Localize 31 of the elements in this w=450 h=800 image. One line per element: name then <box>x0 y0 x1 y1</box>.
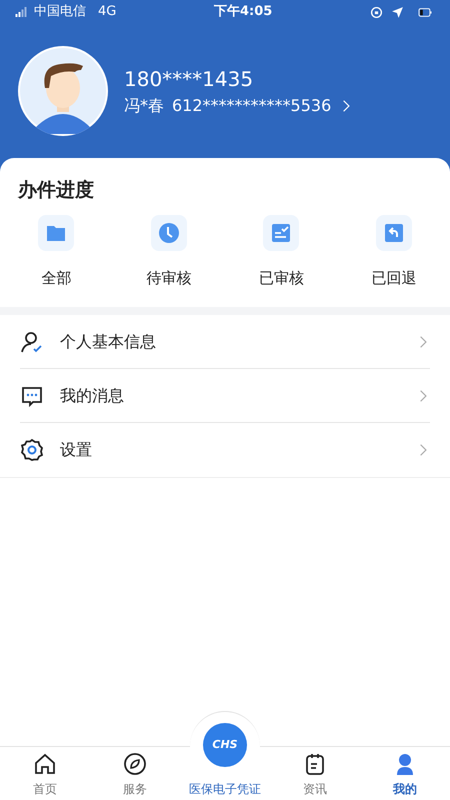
location-icon <box>391 6 404 18</box>
tab-label[interactable]: 服务 <box>123 780 147 798</box>
settings-icon <box>20 438 44 462</box>
clipboard-icon[interactable] <box>303 752 327 776</box>
compass-icon[interactable] <box>123 752 147 776</box>
home-icon[interactable] <box>33 752 57 776</box>
id-number: 612***********5536 <box>172 95 332 117</box>
tab-label[interactable]: 首页 <box>33 780 57 798</box>
person-icon <box>20 330 44 354</box>
progress-checked-icon[interactable] <box>263 214 300 250</box>
tab-label[interactable]: 我的 <box>393 780 417 798</box>
carrier-name: 中国电信 <box>34 3 86 22</box>
avatar-icon <box>20 48 106 134</box>
rotation-lock-icon <box>370 6 384 18</box>
progress-clock-icon[interactable] <box>150 214 187 250</box>
progress-return-icon[interactable] <box>376 214 412 250</box>
user-name: 冯*春 <box>124 95 164 117</box>
section-title: 办件进度 <box>16 178 95 203</box>
tab-label[interactable]: 医保电子凭证 <box>189 780 261 798</box>
menu-item[interactable]: 设置 <box>60 438 400 462</box>
network-type: 4G <box>98 3 116 22</box>
progress-label[interactable]: 全部 <box>41 266 72 289</box>
phone-number: 180****1435 <box>124 66 254 93</box>
progress-label[interactable]: 待审核 <box>146 266 192 289</box>
progress-label[interactable]: 已审核 <box>258 266 304 289</box>
status-time: 下午4:05 <box>214 3 272 22</box>
tab-label[interactable]: 资讯 <box>303 780 327 798</box>
menu-item[interactable]: 我的消息 <box>60 384 400 408</box>
progress-folder-icon[interactable] <box>38 214 74 250</box>
menu-item[interactable]: 个人基本信息 <box>60 330 400 354</box>
progress-label[interactable]: 已回退 <box>371 266 416 289</box>
